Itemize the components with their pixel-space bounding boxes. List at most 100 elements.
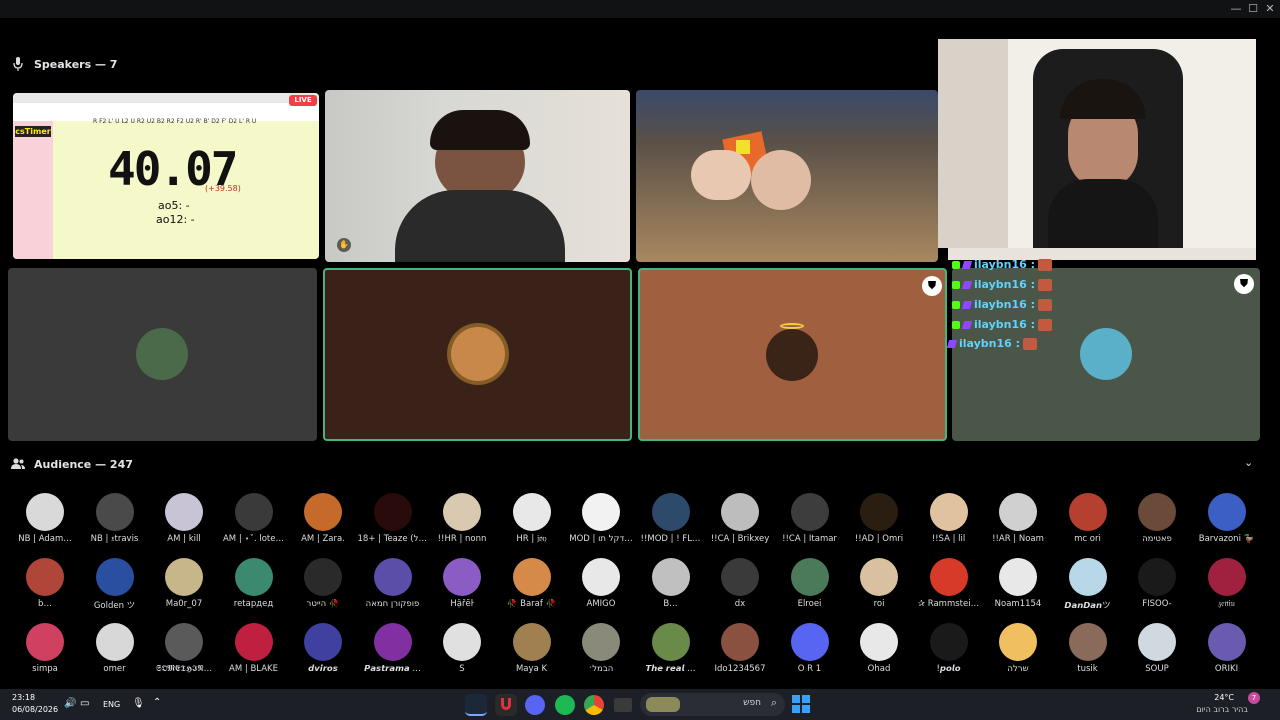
audience-member[interactable]: dx — [705, 558, 775, 609]
participant-tile-2-speaking[interactable] — [323, 268, 632, 441]
audience-member[interactable]: HR | 𝔧𝔬𝔶 — [497, 493, 567, 544]
audience-member[interactable]: AM | Zara. — [288, 493, 358, 544]
audience-member[interactable]: ORIKI — [1192, 623, 1262, 674]
audience-member[interactable]: 𝔷𝔢𝔫𝔦𝔲 — [1192, 558, 1262, 609]
audience-member[interactable]: 18+ | Teaze (יל… — [358, 493, 428, 544]
network-icon[interactable]: ▭ — [80, 698, 89, 709]
audience-member[interactable]: Ma0r_07 — [149, 558, 219, 609]
audience-member[interactable]: Golden ツ — [80, 558, 150, 611]
audience-member[interactable]: tusik — [1053, 623, 1123, 674]
steam-icon[interactable] — [465, 694, 487, 716]
audience-member[interactable]: 🥀 Baraf 🥀 — [497, 558, 567, 609]
video-tile-speaker-2[interactable]: ✋ — [325, 90, 630, 262]
clock-date: 06/08/2026 — [12, 705, 59, 714]
audience-member-name: S — [459, 664, 465, 674]
speakers-header: Speakers — 7 — [10, 56, 117, 72]
avatar — [1207, 493, 1246, 531]
audience-member-name: tusik — [1077, 664, 1098, 674]
audience-member[interactable]: Barvazoni 🦆 — [1192, 493, 1262, 544]
audience-member[interactable]: !!AR | Noam — [983, 493, 1053, 544]
ao12-value: ao12: - — [156, 213, 195, 226]
participant-tile-1[interactable] — [8, 268, 317, 441]
avatar — [451, 327, 505, 381]
audience-member[interactable]: O R 1 — [775, 623, 845, 674]
discord-icon[interactable] — [525, 695, 545, 715]
avatar — [790, 493, 829, 531]
language-indicator[interactable]: ENG — [103, 700, 120, 709]
avatar — [304, 558, 342, 596]
taskbar-search[interactable]: חפש ⌕ — [640, 693, 785, 716]
audience-member[interactable]: !!AD | Omri — [844, 493, 914, 544]
audience-member[interactable]: פופקורן חמאה — [358, 558, 428, 609]
audience-member[interactable]: mc ori — [1053, 493, 1123, 544]
collapse-chevron-icon[interactable]: ⌄ — [1244, 456, 1253, 469]
audience-member[interactable]: !!MOD | ! FL… — [636, 493, 706, 544]
volume-icon[interactable]: 🔊 — [64, 698, 76, 709]
audience-member[interactable]: AMIGO — [566, 558, 636, 609]
audience-member[interactable]: הייטר 🥀 — [288, 558, 358, 609]
audience-member[interactable]: SOUP — [1122, 623, 1192, 674]
participant-tile-3-speaking[interactable]: ⛊ — [638, 268, 947, 441]
weather-temp[interactable]: 24°C — [1214, 693, 1234, 702]
audience-member[interactable]: AM | ⋆˚. lote… — [219, 493, 289, 544]
audience-member[interactable]: b… — [10, 558, 80, 609]
audience-member[interactable]: omer — [80, 623, 150, 674]
audience-member[interactable]: Ido1234567 — [705, 623, 775, 674]
audience-member[interactable]: NB | Adam… — [10, 493, 80, 544]
audience-member[interactable]: S — [427, 623, 497, 674]
avatar — [860, 558, 898, 596]
audience-member-name: Maya K — [515, 664, 548, 674]
audience-member[interactable]: ✰ Rammstei… — [914, 558, 984, 609]
audience-member[interactable]: Ohad — [844, 623, 914, 674]
audience-member[interactable]: AM | kill — [149, 493, 219, 544]
audience-member[interactable]: Elroei — [775, 558, 845, 609]
windows-start-icon[interactable] — [792, 695, 810, 713]
chat-line: ilaybn16 : — [952, 298, 1053, 311]
file-explorer-icon[interactable] — [614, 698, 632, 712]
timer-delta: (+39.58) — [205, 184, 241, 193]
audience-member[interactable]: פאטימה — [1122, 493, 1192, 544]
audience-member[interactable]: 𝙋𝙖𝙨𝙩𝙧𝙖𝙢𝙖 … — [358, 623, 428, 674]
participant-tile-4[interactable]: ⛊ — [952, 268, 1260, 441]
audience-member[interactable]: הבמל׳ — [566, 623, 636, 674]
audience-member[interactable]: !!CA | Brikxey — [705, 493, 775, 544]
audience-member[interactable]: B… — [636, 558, 706, 609]
chrome-icon[interactable] — [584, 695, 604, 715]
screenshare-tile-cstimer[interactable]: R F2 L' U L2 U R2 U2 B2 R2 F2 U2 R' B' D… — [13, 93, 319, 259]
audience-member[interactable]: !!SA | lil — [914, 493, 984, 544]
notification-badge[interactable]: 7 — [1248, 692, 1260, 704]
mic-tray-icon[interactable]: 🎙 — [132, 698, 145, 709]
audience-member[interactable]: !!HR | nonn — [427, 493, 497, 544]
video-tile-speaker-3[interactable] — [636, 90, 938, 262]
audience-member[interactable]: Noam1154 — [983, 558, 1053, 609]
audience-member[interactable]: roi — [844, 558, 914, 609]
audience-member[interactable]: retардед — [219, 558, 289, 609]
audience-member[interactable]: 𝘿𝙖𝙣𝘿𝙖𝙣ツ — [1053, 558, 1123, 611]
audience-member[interactable]: שרלה — [983, 623, 1053, 674]
audience-member-name: Elroei — [797, 599, 822, 609]
tray-expand-icon[interactable]: ⌃ — [153, 697, 161, 708]
audience-member[interactable]: AM | BLAKE — [219, 623, 289, 674]
audience-member[interactable]: Maya K — [497, 623, 567, 674]
audience-member[interactable]: MOD | דקל תו… — [566, 493, 636, 544]
audience-member-name: mc ori — [1074, 534, 1101, 544]
audience-member-name: 🥀 Baraf 🥀 — [506, 599, 557, 609]
close-icon[interactable]: ✕ — [1260, 2, 1280, 15]
audience-member[interactable]: 𝕾𝕺𝕸𝕰𝕿𝕳𝕴𝕹… — [149, 623, 219, 674]
audience-member[interactable]: Ĥậřēŀ — [427, 558, 497, 609]
clock-time: 23:18 — [12, 693, 36, 702]
audience-member[interactable]: !𝙥𝙤𝙡𝙤 — [914, 623, 984, 674]
magnet-app-icon[interactable] — [495, 694, 517, 716]
audience-member-name: Noam1154 — [994, 599, 1042, 609]
audience-member[interactable]: FISOO- — [1122, 558, 1192, 609]
audience-member[interactable]: 𝙏𝙝𝙚 𝙧𝙚𝙖𝙡 … — [636, 623, 706, 674]
avatar — [1068, 623, 1107, 661]
audience-member-name: retардед — [233, 599, 274, 609]
search-placeholder: חפש — [743, 698, 761, 708]
spotify-icon[interactable] — [555, 695, 575, 715]
audience-member[interactable]: NB | 𝔵travis — [80, 493, 150, 544]
audience-member[interactable]: !!CA | Itamar — [775, 493, 845, 544]
avatar — [165, 623, 203, 661]
audience-member[interactable]: simpa — [10, 623, 80, 674]
audience-member[interactable]: 𝙙𝙫𝙞𝙧𝙤𝙨 — [288, 623, 358, 674]
